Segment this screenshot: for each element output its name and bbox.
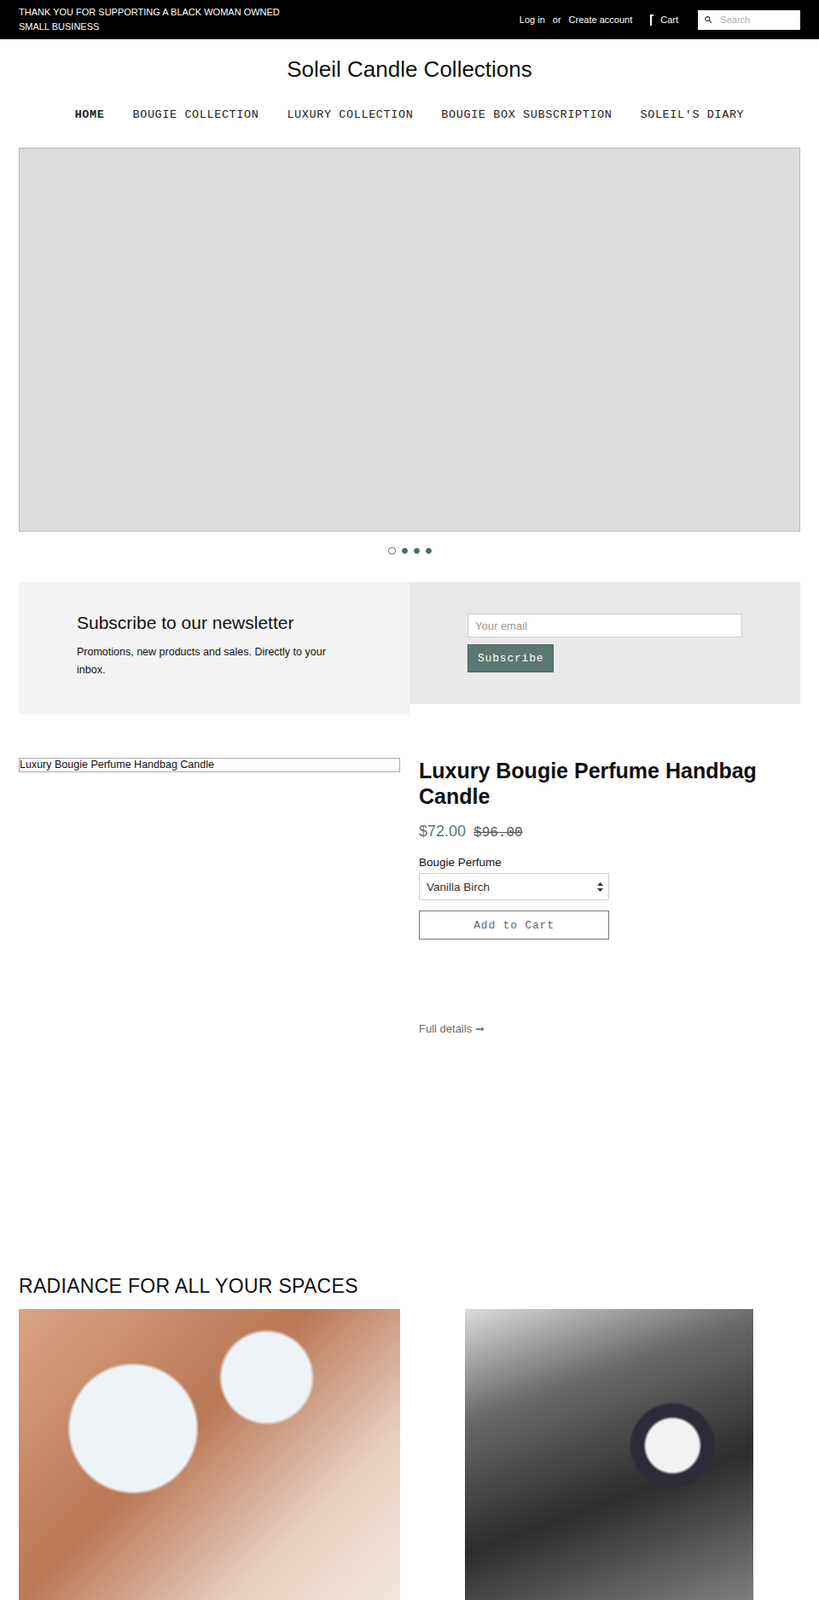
nav-item[interactable]: BOUGIE COLLECTION [132, 108, 259, 122]
login-link[interactable]: Log in [519, 14, 546, 25]
or-text: or [552, 14, 562, 25]
create-account-link[interactable]: Create account [569, 14, 634, 25]
nav-item[interactable]: HOME [75, 108, 105, 122]
page: THANK YOU FOR SUPPORTING A BLACK WOMAN O… [0, 0, 819, 1600]
slide-dot[interactable] [401, 547, 408, 554]
product-image[interactable]: Luxury Bougie Perfume Handbag Candle [18, 757, 401, 773]
search-icon [704, 15, 712, 24]
price-row: $72.00 $96.00 [418, 822, 523, 841]
nav-item[interactable]: SOLEIL'S DIARY [640, 108, 745, 122]
newsletter-title: Subscribe to our newsletter [76, 612, 352, 634]
gallery-title: RADIANCE FOR ALL YOUR SPACES [18, 1273, 801, 1298]
slide-dots [0, 541, 819, 559]
full-details-link[interactable]: Full details ➞ [418, 1022, 485, 1035]
gallery-photo[interactable] [464, 1308, 754, 1600]
announcement: THANK YOU FOR SUPPORTING A BLACK WOMAN O… [18, 5, 284, 35]
gallery-photo[interactable] [18, 1308, 401, 1600]
slide-dot[interactable] [425, 547, 432, 554]
product-title: Luxury Bougie Perfume Handbag Candle [418, 757, 801, 809]
price: $72.00 [418, 822, 466, 841]
subscribe-button[interactable]: Subscribe [467, 644, 554, 673]
nav-item[interactable]: LUXURY COLLECTION [286, 108, 413, 122]
newsletter-form: Subscribe [409, 581, 801, 704]
product-info: Luxury Bougie Perfume Handbag Candle $72.… [418, 757, 801, 1035]
account-links: Log in or Create account Cart [519, 10, 801, 30]
featured-product: Luxury Bougie Perfume Handbag CandleLuxu… [18, 757, 801, 1035]
select-arrows-icon [597, 882, 604, 892]
gallery: RADIANCE FOR ALL YOUR SPACES [18, 1273, 801, 1600]
newsletter-text: Promotions, new products and sales. Dire… [76, 643, 352, 680]
slideshow[interactable] [18, 147, 801, 532]
newsletter-info: Subscribe to our newsletter Promotions, n… [18, 581, 410, 715]
store-title[interactable]: Soleil Candle Collections [286, 54, 533, 84]
top-bar: THANK YOU FOR SUPPORTING A BLACK WOMAN O… [0, 0, 819, 40]
nav-item[interactable]: BOUGIE BOX SUBSCRIPTION [441, 108, 612, 122]
slide-dot[interactable] [413, 547, 420, 554]
gallery-row [18, 1308, 801, 1600]
add-to-cart-button[interactable]: Add to Cart [418, 910, 610, 940]
newsletter: Subscribe to our newsletter Promotions, n… [18, 581, 801, 715]
email-input[interactable] [467, 613, 743, 638]
option-label: Bougie Perfume [418, 855, 502, 869]
slide-dot[interactable] [388, 546, 396, 555]
main-nav: HOME BOUGIE COLLECTION LUXURY COLLECTION BO… [75, 97, 745, 132]
compare-price: $96.00 [473, 824, 523, 841]
option-select[interactable]: Vanilla Birch [418, 872, 610, 901]
search-input[interactable] [718, 13, 794, 26]
header: Soleil Candle Collections HOME BOUGIE COLL… [0, 39, 819, 132]
cart-link[interactable]: Cart [650, 14, 679, 26]
cart-icon [650, 14, 654, 26]
search-box [697, 10, 801, 30]
